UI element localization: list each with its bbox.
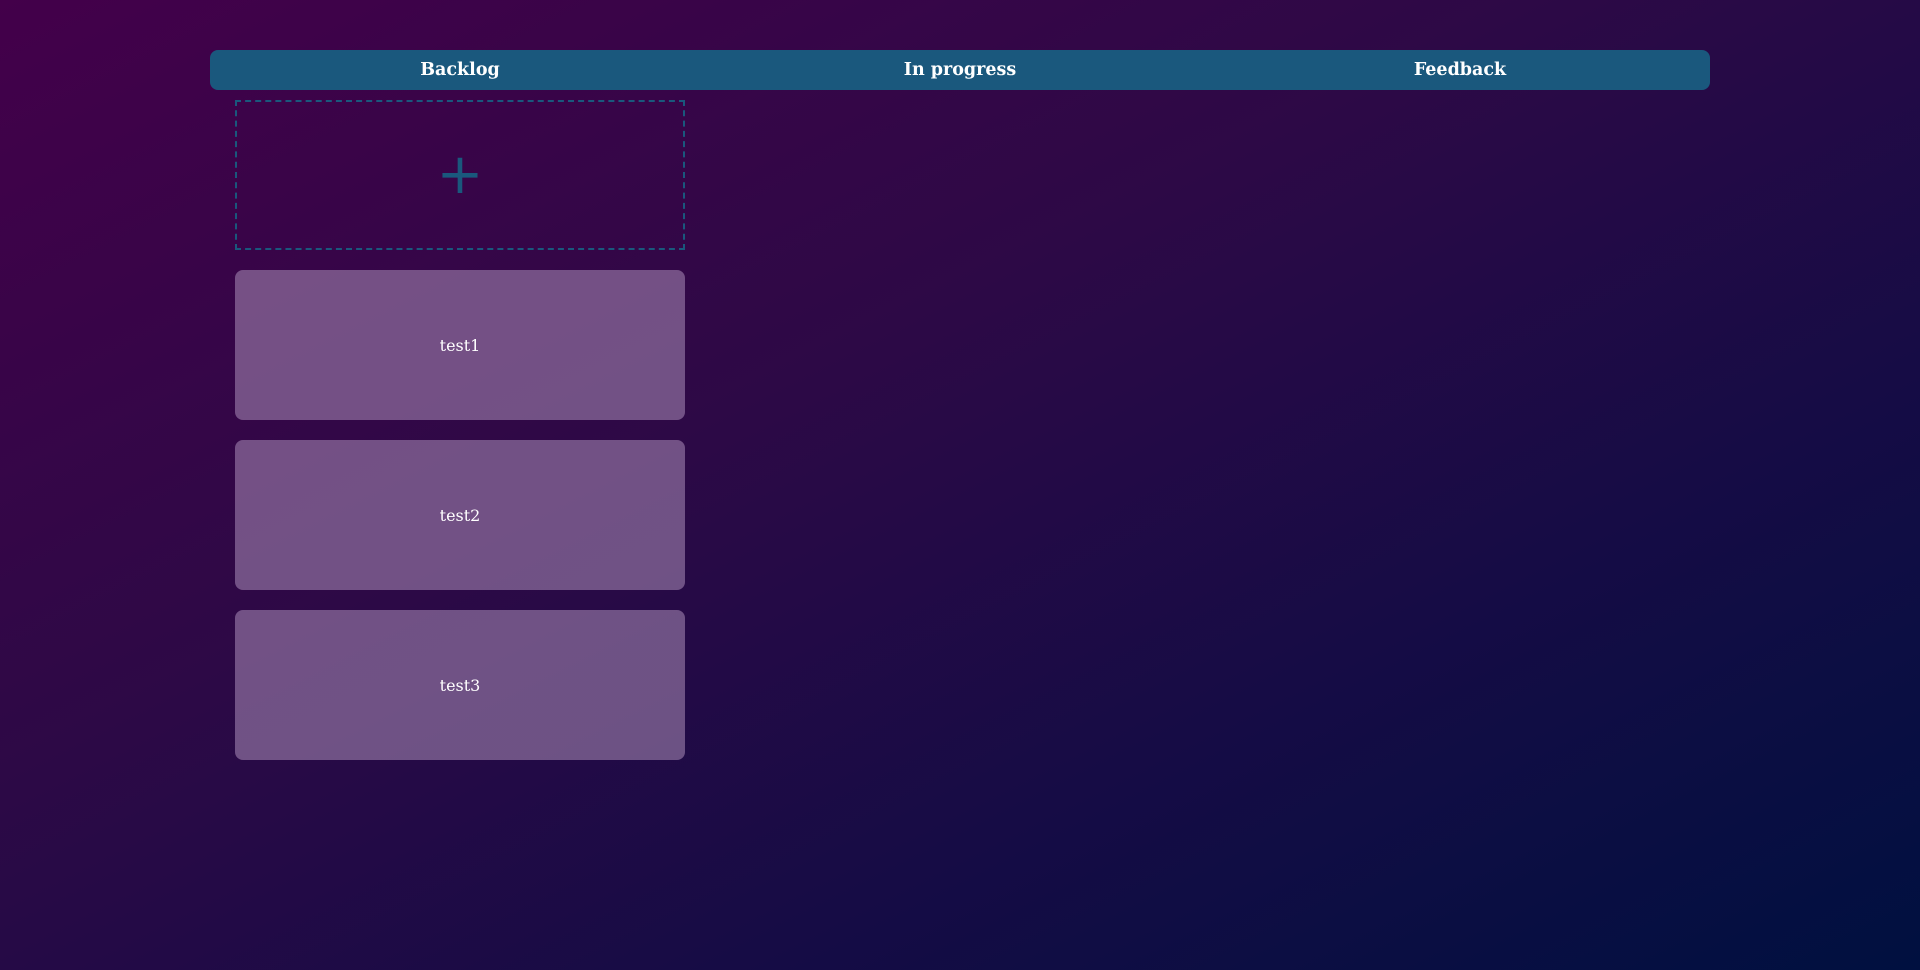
task-card[interactable]: test3	[235, 610, 685, 760]
add-card-button[interactable]: +	[235, 100, 685, 250]
plus-icon: +	[436, 142, 484, 207]
task-card[interactable]: test1	[235, 270, 685, 420]
column-title-feedback: Feedback	[1413, 60, 1507, 80]
backlog-column: + test1 test2 test3	[235, 100, 685, 760]
task-card-label: test2	[439, 505, 481, 525]
kanban-board: Backlog In progress Feedback + test1 tes…	[210, 50, 1710, 760]
column-title-backlog: Backlog	[420, 60, 500, 80]
task-card-label: test1	[439, 335, 481, 355]
task-card-label: test3	[439, 675, 481, 695]
column-header-bar: Backlog In progress Feedback	[210, 50, 1710, 90]
column-title-in-progress: In progress	[903, 60, 1017, 80]
task-card[interactable]: test2	[235, 440, 685, 590]
